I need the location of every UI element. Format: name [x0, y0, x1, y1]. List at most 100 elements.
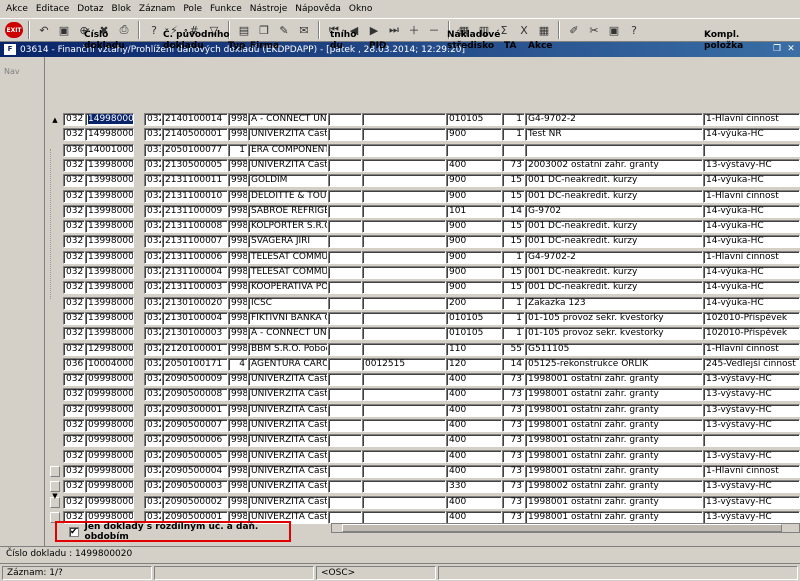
cell-typ[interactable]: 998	[228, 158, 248, 172]
cell-nakladove[interactable]	[446, 143, 502, 157]
table-row[interactable]: 03209998000090322090500002998UNIVERZITA …	[50, 495, 800, 509]
cell-nakladove[interactable]: 110	[446, 342, 502, 356]
cell-firma[interactable]: GOLDIM	[248, 174, 328, 188]
scroll-thumb[interactable]	[50, 149, 58, 299]
cell-c-prefix[interactable]: 032	[144, 281, 162, 295]
cell-typ[interactable]: 998	[228, 388, 248, 402]
cell-typ[interactable]: 998	[228, 373, 248, 387]
cell-typ[interactable]: 998	[228, 495, 248, 509]
cell-kompl[interactable]: 14-výuka-HČ	[703, 281, 800, 295]
cell-typ[interactable]: 998	[228, 464, 248, 478]
cell-typ[interactable]: 998	[228, 220, 248, 234]
cell-kompl[interactable]: 14-výuka-HČ	[703, 220, 800, 234]
cell-cislo-dokladu[interactable]: 0999800010	[85, 480, 134, 494]
cell-cislo-dokladu[interactable]: 0999800011	[85, 464, 134, 478]
cell-prefix[interactable]: 032	[63, 174, 85, 188]
nav-label[interactable]: Nav	[4, 67, 20, 76]
table-row[interactable]: 03212998000170322120100001998BBM S.R.O. …	[50, 342, 800, 356]
cell-c-puvodniho[interactable]: 2090300001	[162, 403, 228, 417]
cell-nakladove[interactable]: 900	[446, 250, 502, 264]
cell-firma[interactable]: UNIVERZITA Část: E	[248, 158, 328, 172]
cell-ta[interactable]: 73	[502, 403, 525, 417]
cell-typ[interactable]: 4	[228, 357, 248, 371]
cell-partial[interactable]	[328, 464, 362, 478]
cell-akce[interactable]: 1998001 ostatní zahr. granty	[525, 373, 703, 387]
cell-akce[interactable]: 1998001 ostatní zahr. granty	[525, 464, 703, 478]
cell-partial[interactable]	[328, 403, 362, 417]
cell-pid[interactable]	[362, 158, 446, 172]
cell-nakladove[interactable]: 400	[446, 419, 502, 432]
cell-akce[interactable]: 05125-rekonstrukce ORLÍK	[525, 357, 703, 371]
cell-partial[interactable]	[328, 281, 362, 295]
cell-kompl[interactable]: 1-Hlavní činnost	[703, 113, 800, 126]
cell-nakladove[interactable]: 400	[446, 403, 502, 417]
cell-prefix[interactable]: 032	[63, 311, 85, 325]
cell-c-puvodniho[interactable]: 2050100171	[162, 357, 228, 371]
cell-pid[interactable]	[362, 220, 446, 234]
cell-c-prefix[interactable]: 032	[144, 388, 162, 402]
cell-pid[interactable]	[362, 235, 446, 249]
cell-nakladove[interactable]: 120	[446, 357, 502, 371]
cell-c-puvodniho[interactable]: 2090500004	[162, 464, 228, 478]
cell-prefix[interactable]: 032	[63, 419, 85, 432]
cell-akce[interactable]: 001 DČ-neakredit. kurzy	[525, 220, 703, 234]
cell-firma[interactable]: KOOPERATIVA POJ	[248, 281, 328, 295]
cell-akce[interactable]: 1998001 ostatní zahr. granty	[525, 495, 703, 509]
cell-kompl[interactable]: 102010-Příspěvek	[703, 311, 800, 325]
cell-typ[interactable]: 998	[228, 281, 248, 295]
cell-firma[interactable]: TELESAT COMMUN	[248, 266, 328, 279]
cell-c-prefix[interactable]: 032	[144, 311, 162, 325]
cell-akce[interactable]: 1998002 ostatní zahr. granty	[525, 480, 703, 494]
cell-cislo-dokladu[interactable]: 0999800016	[85, 388, 134, 402]
cell-akce[interactable]: Zakazka 123	[525, 296, 703, 310]
cell-prefix[interactable]: 032	[63, 403, 85, 417]
cell-nakladove[interactable]: 010105	[446, 327, 502, 341]
cell-c-puvodniho[interactable]: 2131100008	[162, 220, 228, 234]
cell-kompl[interactable]: 14-výuka-HČ	[703, 174, 800, 188]
cell-nakladove[interactable]: 900	[446, 220, 502, 234]
cell-cislo-dokladu[interactable]: 1499800020	[85, 113, 134, 126]
cell-typ[interactable]: 998	[228, 311, 248, 325]
cell-akce[interactable]	[525, 143, 703, 157]
horizontal-scrollbar[interactable]	[331, 523, 800, 533]
cell-akce[interactable]: G4-9702-2	[525, 250, 703, 264]
table-row[interactable]: 03214998000130322140500001998UNIVERZITA …	[50, 128, 800, 142]
cell-cislo-dokladu[interactable]: 1399800043	[85, 158, 134, 172]
cell-c-puvodniho[interactable]: 2090500008	[162, 388, 228, 402]
cell-nakladove[interactable]: 400	[446, 495, 502, 509]
cell-prefix[interactable]: 032	[63, 189, 85, 203]
cell-c-prefix[interactable]: 032	[144, 373, 162, 387]
cell-cislo-dokladu[interactable]: 1399800008	[85, 311, 134, 325]
cell-cislo-dokladu[interactable]: 1399800036	[85, 174, 134, 188]
cell-partial[interactable]	[328, 174, 362, 188]
cell-ta[interactable]: 15	[502, 174, 525, 188]
cell-nakladove[interactable]: 900	[446, 189, 502, 203]
cell-nakladove[interactable]: 900	[446, 128, 502, 142]
cell-typ[interactable]: 1	[228, 143, 248, 157]
cell-ta[interactable]: 1	[502, 128, 525, 142]
cell-firma[interactable]: UNIVERZITA Část: E	[248, 464, 328, 478]
cell-c-puvodniho[interactable]: 2131100004	[162, 266, 228, 279]
row-indicator[interactable]	[50, 465, 60, 477]
cell-cislo-dokladu[interactable]: 1399800007	[85, 327, 134, 341]
cell-c-puvodniho[interactable]: 2130100004	[162, 311, 228, 325]
cell-firma[interactable]: ERA COMPONENTS	[248, 143, 328, 157]
cell-prefix[interactable]: 032	[63, 296, 85, 310]
cell-c-puvodniho[interactable]: 2130100020	[162, 296, 228, 310]
cell-typ[interactable]: 998	[228, 128, 248, 142]
cell-kompl[interactable]: 14-výuka-HČ	[703, 296, 800, 310]
cell-firma[interactable]: TELESAT COMMUN	[248, 250, 328, 264]
cell-c-puvodniho[interactable]: 2140500001	[162, 128, 228, 142]
cell-kompl[interactable]: 13-výstavy-HČ	[703, 158, 800, 172]
cell-c-prefix[interactable]: 032	[144, 266, 162, 279]
cell-pid[interactable]	[362, 434, 446, 448]
cell-typ[interactable]: 998	[228, 235, 248, 249]
cell-akce[interactable]: 001 DČ-neakredit. kurzy	[525, 266, 703, 279]
cell-kompl[interactable]: 14-výuka-HČ	[703, 266, 800, 279]
cell-akce[interactable]: G4-9702-2	[525, 113, 703, 126]
cell-kompl[interactable]: 13-výstavy-HČ	[703, 419, 800, 432]
table-row[interactable]: 03213998000280322131100003998KOOPERATIVA…	[50, 281, 800, 295]
cell-firma[interactable]: UNIVERZITA Část: E	[248, 495, 328, 509]
cell-nakladove[interactable]: 400	[446, 449, 502, 463]
table-row[interactable]: 03213998000350322131100010998DELOITTE & …	[50, 189, 800, 203]
